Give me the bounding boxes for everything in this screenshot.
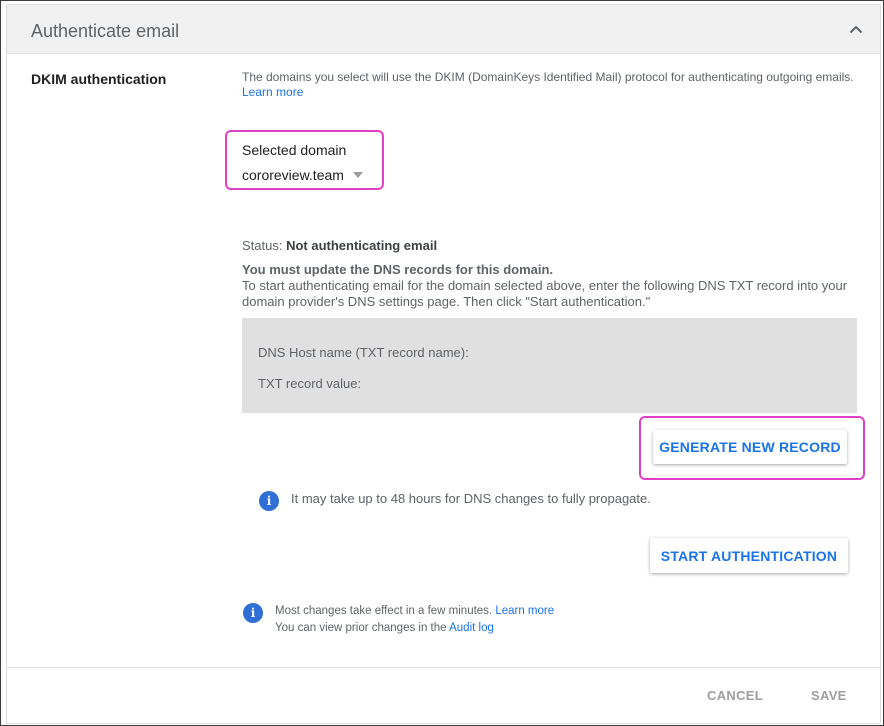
collapse-button[interactable]: [846, 19, 866, 39]
status-line: Status: Not authenticating email: [242, 238, 437, 253]
window-frame: Authenticate email DKIM authentication T…: [0, 0, 884, 726]
dns-record-box: DNS Host name (TXT record name): TXT rec…: [242, 318, 857, 413]
status-prefix: Status:: [242, 238, 283, 253]
dns-host-label: DNS Host name (TXT record name):: [258, 345, 469, 360]
cancel-button[interactable]: CANCEL: [707, 688, 763, 703]
authenticate-email-panel: Authenticate email DKIM authentication T…: [6, 4, 881, 724]
audit-log-link[interactable]: Audit log: [449, 622, 494, 634]
section-label: DKIM authentication: [31, 71, 167, 87]
generate-new-record-button[interactable]: GENERATE NEW RECORD: [653, 430, 847, 464]
chevron-up-icon: [849, 25, 863, 33]
propagation-note: It may take up to 48 hours for DNS chang…: [291, 491, 651, 506]
info-icon: i: [259, 491, 279, 511]
changes-learn-more-link[interactable]: Learn more: [495, 605, 554, 617]
selected-domain-highlight: Selected domain cororeview.team: [225, 130, 384, 190]
start-authentication-button[interactable]: START AUTHENTICATION: [650, 538, 848, 573]
changes-note: Most changes take effect in a few minute…: [275, 603, 554, 637]
section-description: The domains you select will use the DKIM…: [242, 70, 872, 100]
info-icon: i: [243, 603, 263, 623]
selected-domain-label: Selected domain: [242, 142, 347, 158]
save-button[interactable]: SAVE: [811, 688, 847, 703]
domain-select-value: cororeview.team: [242, 167, 344, 183]
changes-text: Most changes take effect in a few minute…: [275, 605, 493, 617]
status-value: Not authenticating email: [286, 238, 438, 253]
audit-text: You can view prior changes in the: [275, 622, 447, 634]
instructions-title: You must update the DNS records for this…: [242, 262, 554, 277]
txt-record-label: TXT record value:: [258, 376, 362, 391]
footer-divider: [7, 667, 880, 668]
panel-header[interactable]: Authenticate email: [7, 5, 880, 54]
domain-select[interactable]: cororeview.team: [242, 166, 367, 184]
description-text: The domains you select will use the DKIM…: [242, 70, 854, 84]
panel-title: Authenticate email: [31, 21, 180, 41]
learn-more-link[interactable]: Learn more: [242, 85, 303, 99]
dropdown-arrow-icon: [353, 172, 363, 178]
instructions-body: To start authenticating email for the do…: [242, 278, 848, 309]
